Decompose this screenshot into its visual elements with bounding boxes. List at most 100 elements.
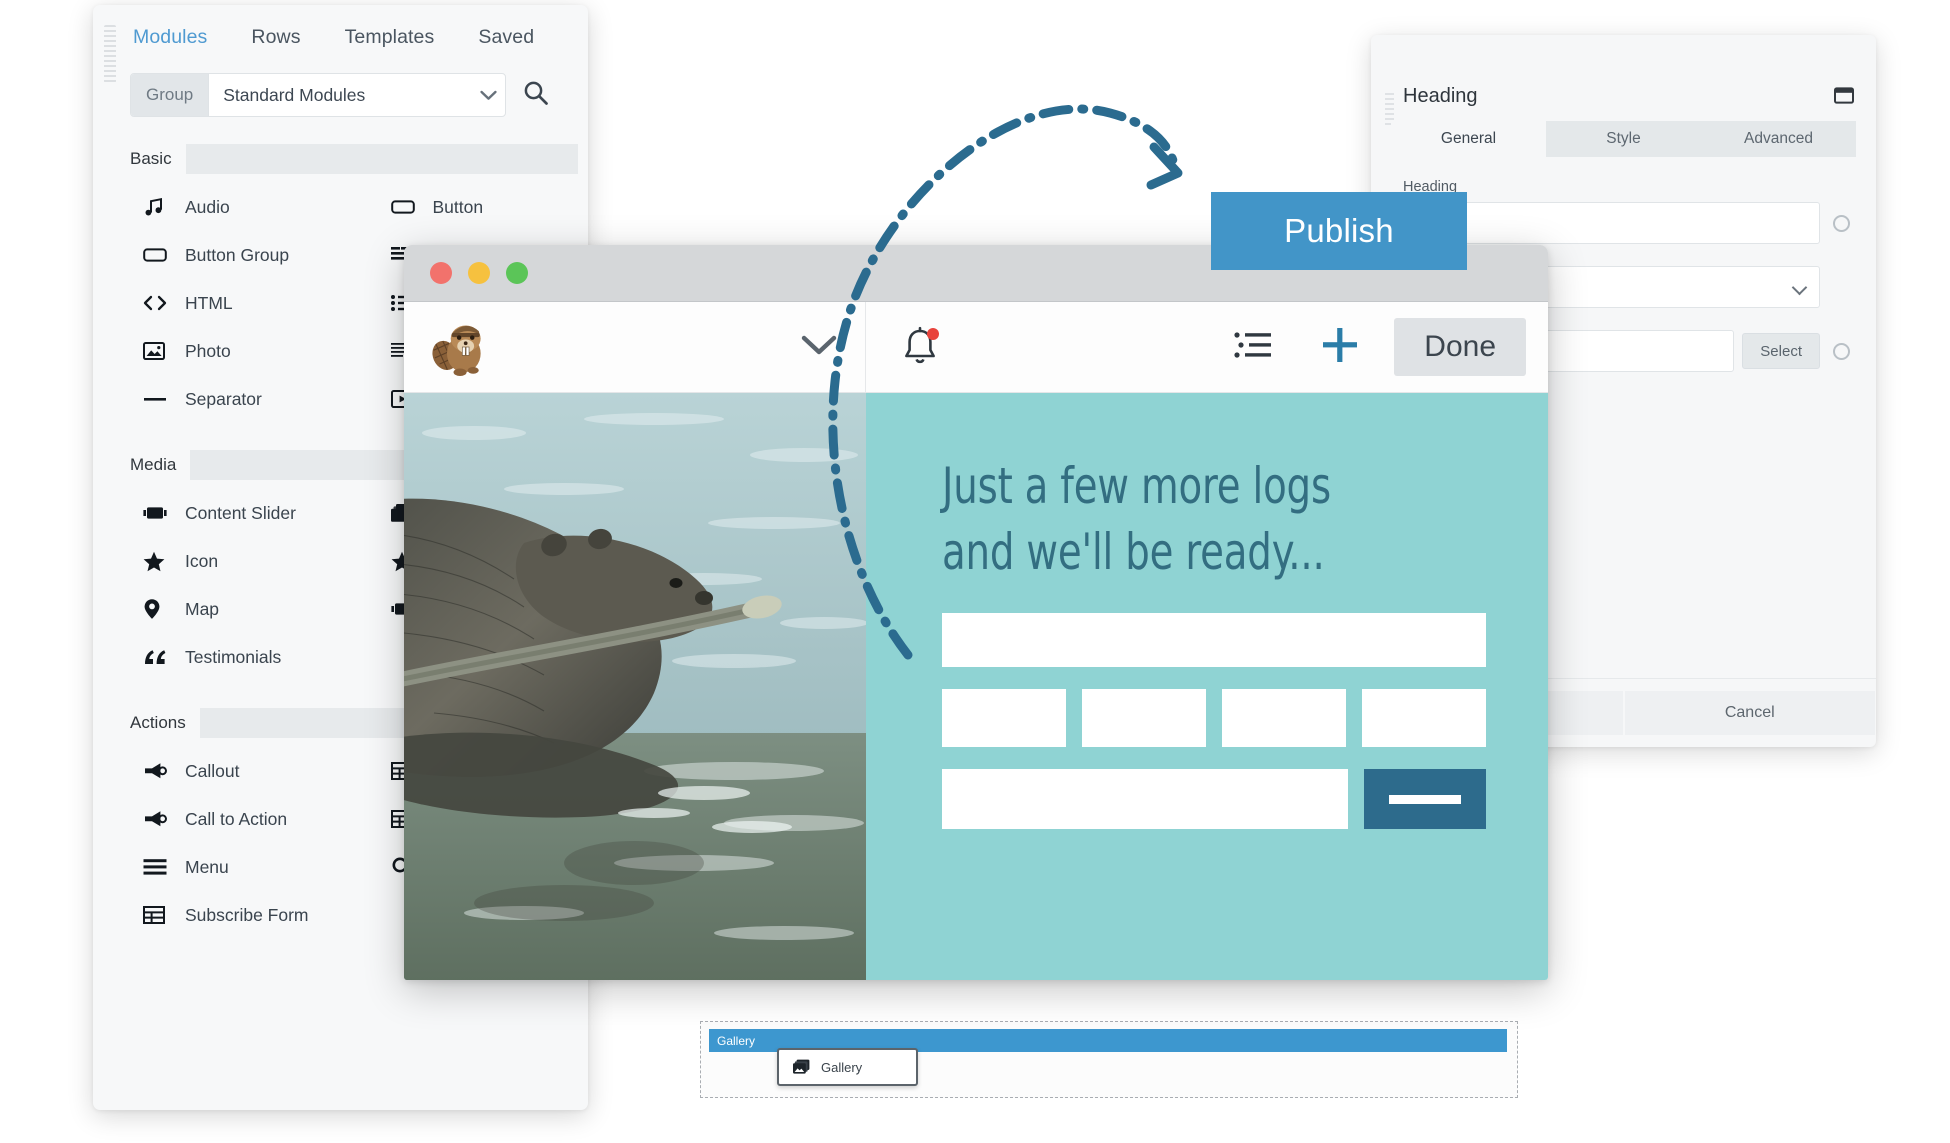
module-item-icon[interactable]: Icon (93, 537, 341, 585)
tab-general[interactable]: General (1391, 121, 1546, 157)
window-icon[interactable] (1834, 87, 1854, 109)
tab-templates[interactable]: Templates (343, 20, 437, 55)
settings-panel-title: Heading (1403, 85, 1478, 107)
publish-button[interactable]: Publish (1211, 192, 1467, 270)
module-label: Icon (185, 550, 219, 571)
module-item-photo[interactable]: Photo (93, 327, 341, 375)
placeholder-block[interactable] (1362, 689, 1486, 747)
modules-tab-bar: Modules Rows Templates Saved (93, 5, 588, 69)
section-header-basic: Basic (93, 143, 588, 175)
section-title: Media (130, 455, 177, 474)
module-label: Audio (185, 196, 230, 217)
builder-toolbar-actions: Done (866, 318, 1548, 376)
module-label: Testimonials (185, 646, 282, 667)
window-close-button[interactable] (430, 262, 452, 284)
beaver-photo-illustration (404, 393, 866, 980)
placeholder-submit-button[interactable] (1364, 769, 1486, 829)
search-icon[interactable] (522, 79, 550, 112)
tab-advanced[interactable]: Advanced (1701, 121, 1856, 157)
quote-icon (143, 647, 169, 667)
builder-toolbar: Done (404, 302, 1548, 393)
star-icon (143, 551, 169, 571)
module-item-button-group[interactable]: Button Group (93, 231, 341, 279)
chevron-down-icon[interactable] (471, 74, 505, 116)
megaphone-icon (143, 809, 169, 829)
select-button[interactable]: Select (1742, 333, 1820, 369)
module-label: Separator (185, 388, 262, 409)
module-item-button[interactable]: Button (341, 183, 589, 231)
module-item-audio[interactable]: Audio (93, 183, 341, 231)
module-label: Button (432, 196, 484, 217)
plus-icon[interactable] (1320, 325, 1360, 370)
cancel-button[interactable]: Cancel (1624, 691, 1875, 735)
page-canvas: Just a few more logs and we'll be ready.… (404, 393, 1548, 980)
placeholder-block[interactable] (1082, 689, 1206, 747)
module-item-call-to-action[interactable]: Call to Action (93, 795, 341, 843)
group-filter-row: Group Standard Modules (130, 73, 550, 117)
module-label: Photo (185, 340, 231, 361)
module-label: Call to Action (185, 808, 288, 829)
slider-icon (143, 503, 169, 523)
placeholder-row2 (942, 689, 1486, 747)
done-button[interactable]: Done (1394, 318, 1526, 376)
section-title: Actions (130, 713, 186, 732)
module-label: Button Group (185, 244, 290, 265)
window-minimize-button[interactable] (468, 262, 490, 284)
hero-content: Just a few more logs and we'll be ready.… (866, 393, 1548, 980)
field-label-heading: Heading (1403, 179, 1458, 195)
group-selected-value: Standard Modules (223, 84, 366, 105)
button-rect-icon (390, 197, 417, 217)
module-item-map[interactable]: Map (93, 585, 341, 633)
placeholder-block[interactable] (1222, 689, 1346, 747)
responsive-toggle-icon[interactable] (1833, 342, 1850, 360)
module-row: Audio Button (93, 183, 588, 231)
chevron-down-icon[interactable] (801, 334, 837, 361)
module-item-callout[interactable]: Callout (93, 747, 341, 795)
builder-menu-trigger[interactable] (404, 302, 866, 392)
tab-rows[interactable]: Rows (249, 20, 302, 55)
group-select[interactable]: Group Standard Modules (130, 73, 506, 117)
megaphone-icon (143, 761, 169, 781)
module-label: Menu (185, 856, 229, 877)
beaver-photo (404, 393, 866, 980)
responsive-toggle-icon[interactable] (1833, 214, 1850, 232)
dash-icon (143, 389, 169, 409)
module-label: Callout (185, 760, 240, 781)
tab-saved[interactable]: Saved (476, 20, 536, 55)
module-item-content-slider[interactable]: Content Slider (93, 489, 341, 537)
gallery-icon (793, 1059, 810, 1075)
section-title: Basic (130, 149, 172, 168)
placeholder-block-row1[interactable] (942, 613, 1486, 667)
placeholder-input-block[interactable] (942, 769, 1348, 829)
gallery-chip-label: Gallery (821, 1059, 863, 1075)
module-label: HTML (185, 292, 233, 313)
hamburger-icon (143, 857, 169, 877)
button-rect-icon (143, 245, 169, 265)
code-brackets-icon (143, 293, 169, 313)
photo-icon (143, 341, 169, 361)
group-label: Group (131, 74, 210, 116)
gallery-drag-chip[interactable]: Gallery (777, 1048, 918, 1086)
module-item-menu[interactable]: Menu (93, 843, 341, 891)
module-label: Map (185, 598, 220, 619)
module-item-separator[interactable]: Separator (93, 375, 341, 423)
settings-tab-bar: General Style Advanced (1391, 121, 1856, 157)
tab-modules[interactable]: Modules (131, 20, 209, 55)
beaver-logo-icon (432, 325, 481, 376)
submit-bar (1389, 794, 1461, 804)
section-bar (185, 144, 578, 174)
hero-heading: Just a few more logs and we'll be ready.… (942, 457, 1331, 581)
panel-drag-handle[interactable] (104, 25, 116, 83)
module-item-subscribe-form[interactable]: Subscribe Form (93, 891, 341, 939)
browser-window: Done Just a few more logs and we'll be r… (404, 245, 1548, 980)
gallery-dropzone[interactable]: Gallery Gallery (700, 1021, 1518, 1098)
window-maximize-button[interactable] (506, 262, 528, 284)
module-item-html[interactable]: HTML (93, 279, 341, 327)
notification-dot (927, 328, 939, 340)
music-note-icon (143, 197, 169, 217)
bell-icon[interactable] (900, 326, 940, 368)
outline-list-icon[interactable] (1234, 329, 1274, 366)
module-item-testimonials[interactable]: Testimonials (93, 633, 341, 681)
tab-style[interactable]: Style (1546, 121, 1701, 157)
placeholder-block[interactable] (942, 689, 1066, 747)
